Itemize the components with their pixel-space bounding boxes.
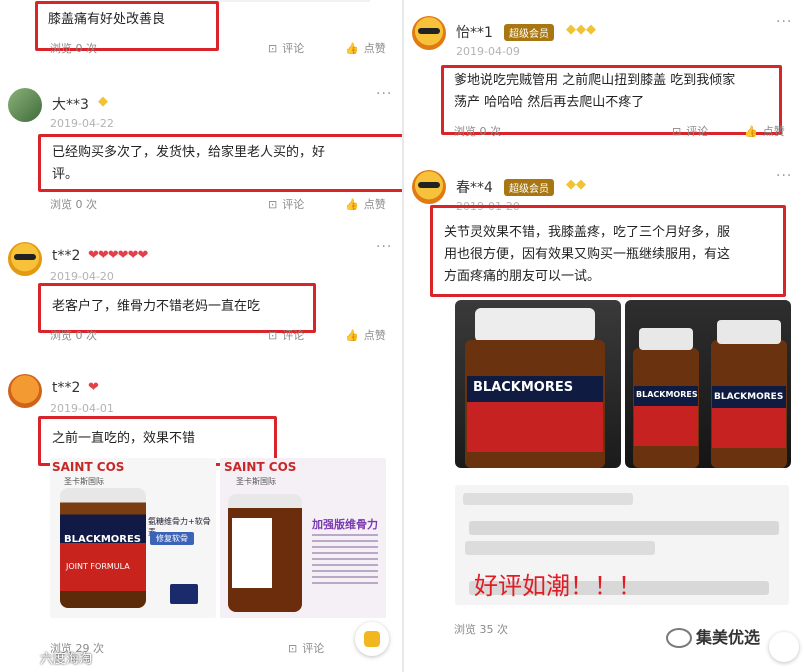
sunglasses-icon — [418, 182, 440, 188]
like-button[interactable]: 👍 点赞 — [345, 40, 386, 56]
diamonds-icon: ◆◆◆ — [566, 22, 596, 37]
bottle-cap — [639, 328, 693, 350]
comment-button[interactable]: ⊡ 评论 — [268, 40, 304, 56]
comment-button[interactable]: ⊡ 评论 — [288, 640, 324, 656]
comment-date: 2019-04-01 — [50, 402, 114, 415]
wechat-logo-icon — [666, 628, 692, 648]
chat-icon — [364, 631, 380, 647]
highlight-box — [38, 283, 316, 333]
bottle-red-label — [712, 408, 786, 448]
account-watermark: 集美优选 — [696, 628, 761, 647]
more-options-icon[interactable]: ··· — [376, 86, 392, 102]
right-screenshot: 怡**1 超级会员 ◆◆◆ 2019-04-09 ··· 爹地说吃完贼管用 之前… — [404, 0, 804, 672]
float-chat-button[interactable] — [355, 622, 389, 656]
bottle-image — [60, 488, 146, 608]
blurred-line — [469, 521, 779, 535]
view-count: 浏览 0 次 — [50, 329, 97, 342]
product-ad-image[interactable]: SAINT COS 圣卡斯国际 加强版维骨力 — [220, 458, 386, 618]
praise-banner: 好评如潮！！！ — [474, 572, 642, 600]
vip-badge: 超级会员 — [504, 24, 554, 41]
username: t**2 — [52, 248, 81, 264]
comment-button[interactable]: ⊡ 评论 — [268, 196, 304, 212]
view-count: 浏览 0 次 — [50, 198, 97, 211]
watermark: 六度海淘 — [40, 652, 93, 667]
comment-date: 2019-04-22 — [50, 117, 114, 130]
comment-icon: ⊡ — [268, 41, 278, 55]
highlight-box — [430, 205, 786, 297]
diamonds-icon: ◆◆ — [566, 177, 586, 192]
comment-icon: ⊡ — [288, 641, 298, 655]
comment-icon: ⊡ — [268, 328, 278, 342]
thumbs-up-icon: 👍 — [744, 124, 758, 138]
review-photo[interactable]: BLACKMORES BLACKMORES — [625, 300, 791, 468]
ad-title: 加强版维骨力 — [312, 518, 378, 531]
like-button[interactable]: 👍 点赞 — [345, 196, 386, 212]
bottle-cap — [717, 320, 781, 344]
product-ad-image[interactable]: SAINT COS 圣卡斯国际 BLACKMORES JOINT FORMULA… — [50, 458, 216, 618]
bottle-brand-text: BLACKMORES — [714, 392, 784, 402]
brand-sub: 圣卡斯国际 — [236, 477, 276, 486]
blurred-line — [463, 493, 633, 505]
heart-icon: ❤ — [88, 380, 99, 395]
highlight-box — [38, 134, 402, 192]
brand-sub: 圣卡斯国际 — [64, 477, 104, 486]
view-count: 浏览 0 次 — [50, 42, 97, 55]
like-button[interactable]: 👍 点赞 — [345, 327, 386, 343]
avatar[interactable] — [8, 374, 42, 408]
comment-date: 2019-04-20 — [50, 270, 114, 283]
thumbs-up-icon: 👍 — [345, 41, 359, 55]
bottle-red-label — [467, 402, 603, 452]
vip-badge: 超级会员 — [504, 179, 554, 196]
username: 大**3 — [52, 97, 89, 113]
avatar[interactable] — [8, 88, 42, 122]
sunglasses-icon — [14, 254, 36, 260]
comment-icon: ⊡ — [268, 197, 278, 211]
ad-spec-text — [312, 534, 378, 586]
hearts-icon: ❤❤❤❤❤❤ — [88, 248, 148, 263]
bottle-label: BLACKMORES — [64, 534, 142, 545]
diamond-icon: ◆ — [98, 94, 108, 109]
more-options-icon[interactable]: ··· — [776, 14, 792, 30]
username: 春**4 — [456, 180, 493, 196]
review-photo[interactable]: BLACKMORES — [455, 300, 621, 468]
thumbs-up-icon: 👍 — [345, 328, 359, 342]
brand-logo: SAINT COS — [224, 460, 297, 474]
left-screenshot: 膝盖痛有好处改善良 浏览 0 次 ⊡ 评论 👍 点赞 大**3 ◆ 2019-04-… — [0, 0, 402, 672]
sunglasses-icon — [418, 28, 440, 34]
thumbs-up-icon: 👍 — [345, 197, 359, 211]
comment-button[interactable]: ⊡ 评论 — [672, 123, 708, 139]
blurred-line — [465, 541, 655, 555]
bottle-label-sub: JOINT FORMULA — [66, 562, 130, 571]
bottle-red-label — [634, 406, 698, 446]
like-button[interactable]: 👍 点赞 — [744, 123, 785, 139]
bottle-brand-text: BLACKMORES — [636, 390, 698, 399]
ad-pill: 修复软骨 — [150, 532, 194, 545]
username: t**2 — [52, 380, 81, 396]
comment-button[interactable]: ⊡ 评论 — [268, 327, 304, 343]
bottle-back-label — [232, 518, 272, 588]
comment-date: 2019-04-09 — [456, 45, 520, 58]
view-count: 浏览 0 次 — [454, 125, 501, 138]
more-options-icon[interactable]: ··· — [776, 168, 792, 184]
brand-logo: SAINT COS — [52, 460, 125, 474]
more-options-icon[interactable]: ··· — [376, 239, 392, 255]
bottle-brand-text: BLACKMORES — [473, 380, 574, 395]
view-count: 浏览 35 次 — [454, 623, 508, 636]
bottle-cap — [475, 308, 595, 342]
comment-icon: ⊡ — [672, 124, 682, 138]
float-chat-button[interactable] — [769, 632, 799, 662]
australia-flag-icon — [170, 584, 198, 604]
username: 怡**1 — [456, 25, 493, 41]
